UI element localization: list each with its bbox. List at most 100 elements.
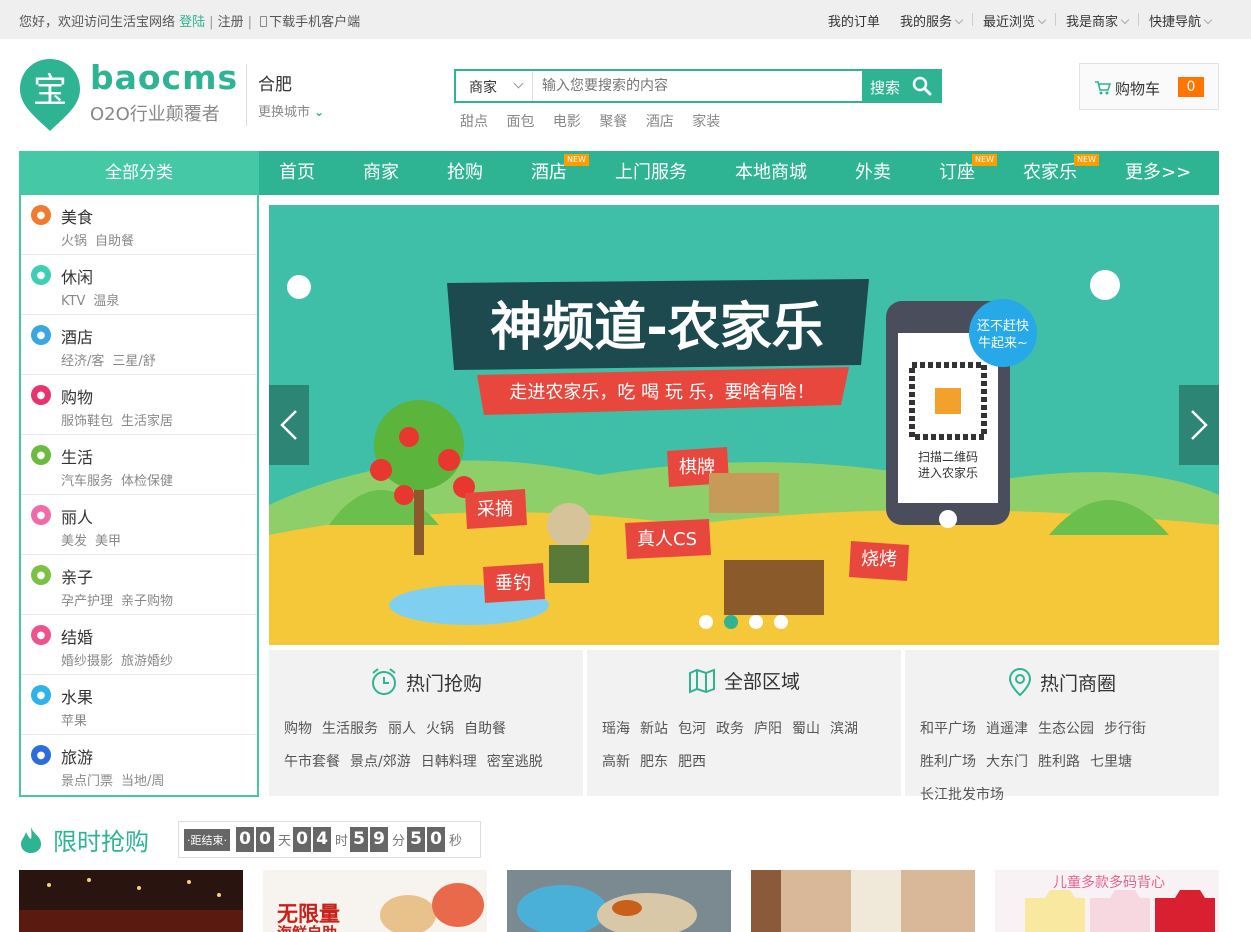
nav-item-farm-stay[interactable]: 农家乐 bbox=[1023, 151, 1077, 195]
panel-link[interactable]: 丽人 bbox=[388, 713, 416, 746]
nav-item-hotel[interactable]: 酒店 bbox=[531, 151, 567, 195]
slide-dot[interactable] bbox=[699, 615, 713, 629]
category-food[interactable]: ● 美食 火锅 自助餐 bbox=[21, 195, 257, 255]
panel-link[interactable]: 瑶海 bbox=[602, 713, 630, 746]
panel-link[interactable]: 胜利广场 bbox=[920, 746, 976, 779]
category-life[interactable]: ● 生活 汽车服务 体检保健 bbox=[21, 435, 257, 495]
hero-banner[interactable]: 神频道-农家乐 走进农家乐，吃 喝 玩 乐，要啥有啥！ 还不赶快 牛起来~ 扫描… bbox=[269, 205, 1219, 645]
panel-link[interactable]: 大东门 bbox=[986, 746, 1028, 779]
subcategory-link[interactable]: 生活家居 bbox=[121, 414, 173, 429]
subcategory-link[interactable]: 亲子购物 bbox=[121, 594, 173, 609]
banner-prev-button[interactable] bbox=[269, 385, 309, 465]
panel-link[interactable]: 蜀山 bbox=[792, 713, 820, 746]
hot-word[interactable]: 家装 bbox=[692, 114, 720, 130]
slide-dot[interactable] bbox=[749, 615, 763, 629]
panel-link[interactable]: 七里塘 bbox=[1090, 746, 1132, 779]
category-wedding[interactable]: ● 结婚 婚纱摄影 旅游婚纱 bbox=[21, 615, 257, 675]
panel-link[interactable]: 长江批发市场 bbox=[920, 779, 1004, 812]
change-city-link[interactable]: 更换城市 ⌄ bbox=[258, 101, 324, 120]
hot-word[interactable]: 聚餐 bbox=[599, 114, 627, 130]
nav-item-local-mall[interactable]: 本地商城 bbox=[735, 151, 807, 195]
category-leisure[interactable]: ● 休闲 KTV 温泉 bbox=[21, 255, 257, 315]
subcategory-link[interactable]: 服饰鞋包 bbox=[61, 414, 113, 429]
category-beauty[interactable]: ● 丽人 美发 美甲 bbox=[21, 495, 257, 555]
category-shopping[interactable]: ● 购物 服饰鞋包 生活家居 bbox=[21, 375, 257, 435]
category-parenting[interactable]: ● 亲子 孕产护理 亲子购物 bbox=[21, 555, 257, 615]
panel-link[interactable]: 和平广场 bbox=[920, 713, 976, 746]
subcategory-link[interactable]: KTV bbox=[61, 294, 85, 309]
deal-thumbnail[interactable] bbox=[507, 870, 731, 932]
subcategory-link[interactable]: 婚纱摄影 bbox=[61, 654, 113, 669]
panel-link[interactable]: 庐阳 bbox=[754, 713, 782, 746]
subcategory-link[interactable]: 汽车服务 bbox=[61, 474, 113, 489]
panel-link[interactable]: 密室逃脱 bbox=[487, 746, 543, 779]
deal-thumbnail[interactable]: 儿童多款多码背心 bbox=[995, 870, 1219, 932]
panel-link[interactable]: 购物 bbox=[284, 713, 312, 746]
subcategory-link[interactable]: 景点门票 bbox=[61, 774, 113, 789]
panel-link[interactable]: 肥西 bbox=[678, 746, 706, 779]
panel-link[interactable]: 步行街 bbox=[1104, 713, 1146, 746]
slide-dot[interactable] bbox=[774, 615, 788, 629]
subcategory-link[interactable]: 旅游婚纱 bbox=[121, 654, 173, 669]
panel-link[interactable]: 政务 bbox=[716, 713, 744, 746]
subcategory-link[interactable]: 体检保健 bbox=[121, 474, 173, 489]
panel-link[interactable]: 生活服务 bbox=[322, 713, 378, 746]
subcategory-link[interactable]: 美甲 bbox=[95, 534, 121, 549]
merchant-link[interactable]: 我是商家 bbox=[1066, 11, 1128, 30]
panel-link[interactable]: 生态公园 bbox=[1038, 713, 1094, 746]
all-categories-tab[interactable]: 全部分类 bbox=[19, 151, 259, 195]
nav-item-takeout[interactable]: 外卖 bbox=[855, 151, 891, 195]
subcategory-link[interactable]: 自助餐 bbox=[95, 234, 134, 249]
panel-link[interactable]: 自助餐 bbox=[464, 713, 506, 746]
banner-next-button[interactable] bbox=[1179, 385, 1219, 465]
login-link[interactable]: 登陆 bbox=[179, 15, 205, 30]
panel-link[interactable]: 胜利路 bbox=[1038, 746, 1080, 779]
panel-link[interactable]: 日韩料理 bbox=[421, 746, 477, 779]
category-fruit[interactable]: ● 水果 苹果 bbox=[21, 675, 257, 735]
panel-link[interactable]: 景点/郊游 bbox=[350, 746, 411, 779]
quick-nav-link[interactable]: 快捷导航 bbox=[1149, 11, 1211, 30]
panel-link[interactable]: 火锅 bbox=[426, 713, 454, 746]
nav-item-merchants[interactable]: 商家 bbox=[363, 151, 399, 195]
recent-browse-link[interactable]: 最近浏览 bbox=[983, 11, 1045, 30]
register-link[interactable]: 注册 bbox=[218, 15, 244, 30]
nav-item-flash-sale[interactable]: 抢购 bbox=[447, 151, 483, 195]
nav-item-home[interactable]: 首页 bbox=[279, 151, 315, 195]
subcategory-link[interactable]: 三星/舒 bbox=[112, 354, 155, 369]
search-button[interactable]: 搜索 bbox=[862, 71, 940, 101]
slide-dot-active[interactable] bbox=[724, 615, 738, 629]
category-hotel[interactable]: ● 酒店 经济/客 三星/舒 bbox=[21, 315, 257, 375]
deal-thumbnail[interactable]: 无限量 海鲜自助 bbox=[263, 870, 487, 932]
site-logo[interactable]: 宝 bbox=[19, 57, 81, 133]
subcategory-link[interactable]: 孕产护理 bbox=[61, 594, 113, 609]
nav-item-home-service[interactable]: 上门服务 bbox=[615, 151, 687, 195]
subcategory-link[interactable]: 当地/周 bbox=[121, 774, 164, 789]
panel-link[interactable]: 新站 bbox=[640, 713, 668, 746]
panel-link[interactable]: 午市套餐 bbox=[284, 746, 340, 779]
panel-link[interactable]: 肥东 bbox=[640, 746, 668, 779]
subcategory-link[interactable]: 美发 bbox=[61, 534, 87, 549]
subcategory-link[interactable]: 苹果 bbox=[61, 714, 87, 729]
search-type-select[interactable]: 商家 bbox=[456, 71, 533, 101]
deal-thumbnail[interactable] bbox=[751, 870, 975, 932]
deal-thumbnail[interactable] bbox=[19, 870, 243, 932]
subcategory-link[interactable]: 经济/客 bbox=[61, 354, 104, 369]
my-services-link[interactable]: 我的服务 bbox=[900, 11, 962, 30]
hot-word[interactable]: 甜点 bbox=[460, 114, 488, 130]
hot-word[interactable]: 电影 bbox=[553, 114, 581, 130]
panel-link[interactable]: 包河 bbox=[678, 713, 706, 746]
panel-link[interactable]: 逍遥津 bbox=[986, 713, 1028, 746]
shopping-cart-button[interactable]: 购物车 0 bbox=[1079, 63, 1219, 110]
my-orders-link[interactable]: 我的订单 bbox=[828, 11, 880, 30]
search-input[interactable] bbox=[542, 75, 852, 97]
nav-item-more[interactable]: 更多>> bbox=[1125, 151, 1191, 195]
panel-link[interactable]: 滨湖 bbox=[830, 713, 858, 746]
subcategory-link[interactable]: 温泉 bbox=[93, 294, 119, 309]
subcategory-link[interactable]: 火锅 bbox=[61, 234, 87, 249]
hot-word[interactable]: 酒店 bbox=[646, 114, 674, 130]
nav-item-reservation[interactable]: 订座 bbox=[939, 151, 975, 195]
category-travel[interactable]: ● 旅游 景点门票 当地/周 bbox=[21, 735, 257, 795]
hot-word[interactable]: 面包 bbox=[506, 114, 534, 130]
download-app-link[interactable]: 下载手机客户端 bbox=[260, 15, 360, 30]
panel-link[interactable]: 高新 bbox=[602, 746, 630, 779]
